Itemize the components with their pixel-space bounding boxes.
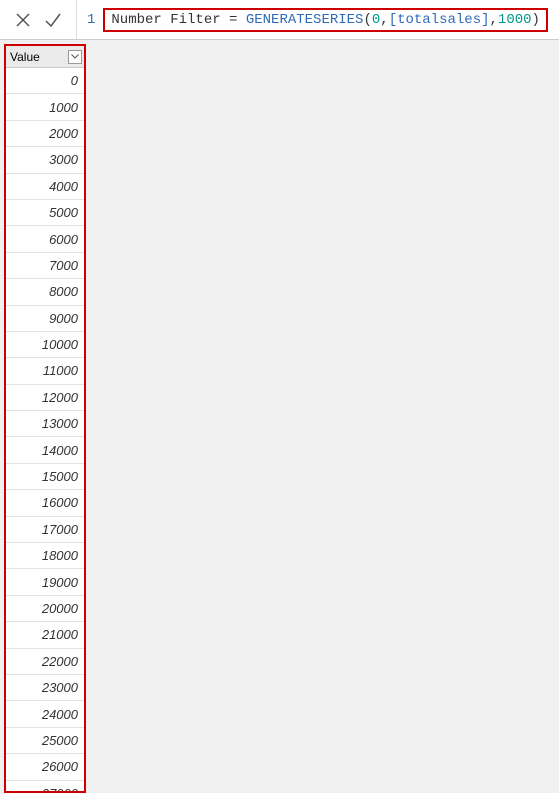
table-row[interactable]: 19000 <box>6 569 84 595</box>
cell-value: 6000 <box>49 232 78 247</box>
formula-bar-container: Number Filter = GENERATESERIES(0,[totals… <box>101 0 559 39</box>
cell-value: 22000 <box>42 654 78 669</box>
cell-value: 23000 <box>42 680 78 695</box>
formula-open-paren: ( <box>363 12 371 28</box>
table-row[interactable]: 14000 <box>6 437 84 463</box>
table-row[interactable]: 2000 <box>6 121 84 147</box>
formula-action-buttons <box>0 0 77 39</box>
table-row[interactable]: 16000 <box>6 490 84 516</box>
cell-value: 25000 <box>42 733 78 748</box>
cell-value: 26000 <box>42 759 78 774</box>
formula-arg2: [totalsales] <box>389 12 490 28</box>
cell-value: 2000 <box>49 126 78 141</box>
cell-value: 12000 <box>42 390 78 405</box>
table-row[interactable]: 7000 <box>6 253 84 279</box>
canvas-area <box>86 40 559 793</box>
formula-close-paren: ) <box>532 12 540 28</box>
table-row[interactable]: 8000 <box>6 279 84 305</box>
table-body: 0 1000 2000 3000 4000 5000 6000 7000 8000 9000 100… <box>6 68 84 793</box>
table-row[interactable]: 10000 <box>6 332 84 358</box>
cell-value: 18000 <box>42 548 78 563</box>
cell-value: 17000 <box>42 522 78 537</box>
cell-value: 21000 <box>42 627 78 642</box>
cell-value: 7000 <box>49 258 78 273</box>
formula-equals: = <box>221 12 246 28</box>
table-row[interactable]: 17000 <box>6 517 84 543</box>
table-row[interactable]: 9000 <box>6 306 84 332</box>
formula-comma: , <box>490 12 498 28</box>
table-row[interactable]: 27000 <box>6 781 84 793</box>
table-row[interactable]: 5000 <box>6 200 84 226</box>
table-row[interactable]: 12000 <box>6 385 84 411</box>
cell-value: 11000 <box>43 363 78 378</box>
formula-comma: , <box>380 12 388 28</box>
table-row[interactable]: 18000 <box>6 543 84 569</box>
cell-value: 0 <box>71 73 78 88</box>
table-row[interactable]: 26000 <box>6 754 84 780</box>
column-filter-button[interactable] <box>68 50 82 64</box>
formula-function: GENERATESERIES <box>246 12 364 28</box>
table-row[interactable]: 1000 <box>6 94 84 120</box>
cell-value: 3000 <box>49 152 78 167</box>
check-icon <box>43 10 63 30</box>
table-row[interactable]: 22000 <box>6 649 84 675</box>
cell-value: 14000 <box>42 443 78 458</box>
formula-bar[interactable]: Number Filter = GENERATESERIES(0,[totals… <box>103 8 548 32</box>
formula-measure-name: Number Filter <box>111 12 220 28</box>
table-row[interactable]: 3000 <box>6 147 84 173</box>
cell-value: 15000 <box>42 469 78 484</box>
cell-value: 5000 <box>49 205 78 220</box>
cell-value: 9000 <box>49 311 78 326</box>
cell-value: 10000 <box>42 337 78 352</box>
formula-arg3: 1000 <box>498 12 532 28</box>
table-row[interactable]: 11000 <box>6 358 84 384</box>
cell-value: 8000 <box>49 284 78 299</box>
table-row[interactable]: 4000 <box>6 174 84 200</box>
cell-value: 1000 <box>49 100 78 115</box>
line-number: 1 <box>77 0 101 39</box>
table-row[interactable]: 13000 <box>6 411 84 437</box>
chevron-down-icon <box>71 54 79 59</box>
cell-value: 4000 <box>49 179 78 194</box>
table-row[interactable]: 23000 <box>6 675 84 701</box>
cell-value: 20000 <box>42 601 78 616</box>
table-row[interactable]: 6000 <box>6 226 84 252</box>
cell-value: 13000 <box>42 416 78 431</box>
column-header-cell[interactable]: Value <box>6 46 84 68</box>
cell-value: 16000 <box>42 495 78 510</box>
table-row[interactable]: 24000 <box>6 701 84 727</box>
formula-toolbar: 1 Number Filter = GENERATESERIES(0,[tota… <box>0 0 559 40</box>
table-row[interactable]: 21000 <box>6 622 84 648</box>
x-icon <box>14 11 32 29</box>
cell-value: 19000 <box>42 575 78 590</box>
result-table: Value 0 1000 2000 3000 4000 5000 6000 7000 8000 9… <box>4 44 86 793</box>
content-area: Value 0 1000 2000 3000 4000 5000 6000 7000 8000 9… <box>0 40 559 793</box>
cell-value: 27000 <box>42 786 78 793</box>
table-row[interactable]: 0 <box>6 68 84 94</box>
table-row[interactable]: 20000 <box>6 596 84 622</box>
commit-button[interactable] <box>38 5 68 35</box>
table-row[interactable]: 15000 <box>6 464 84 490</box>
cancel-button[interactable] <box>8 5 38 35</box>
column-header-label: Value <box>10 50 40 64</box>
cell-value: 24000 <box>42 707 78 722</box>
table-row[interactable]: 25000 <box>6 728 84 754</box>
